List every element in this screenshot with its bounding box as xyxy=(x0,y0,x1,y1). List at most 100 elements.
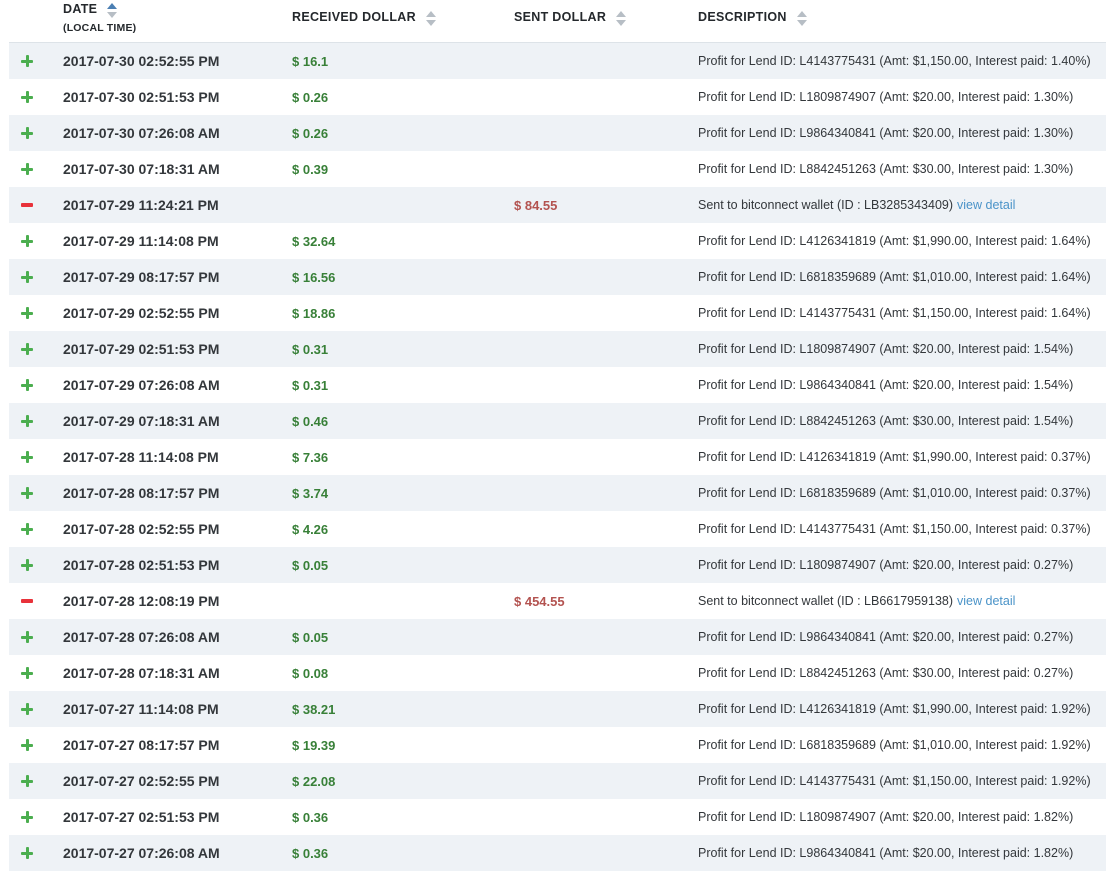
column-header-description[interactable]: DESCRIPTION xyxy=(698,0,1106,42)
description-column-label: DESCRIPTION xyxy=(698,10,787,24)
received-amount: $ 0.05 xyxy=(292,629,329,645)
plus-expand-icon[interactable] xyxy=(21,451,33,463)
transaction-date: 2017-07-28 02:51:53 PM xyxy=(63,557,220,573)
plus-expand-icon[interactable] xyxy=(21,703,33,715)
column-header-sent-dollar[interactable]: SENT DOLLAR xyxy=(514,0,698,42)
transaction-description: Profit for Lend ID: L4143775431 (Amt: $1… xyxy=(698,522,1091,536)
transaction-row: 2017-07-29 02:51:53 PM $ 0.31 Profit for… xyxy=(9,331,1106,367)
plus-expand-icon[interactable] xyxy=(21,559,33,571)
expand-cell xyxy=(9,199,63,211)
view-detail-link[interactable]: view detail xyxy=(957,198,1015,212)
transaction-description: Profit for Lend ID: L9864340841 (Amt: $2… xyxy=(698,126,1074,140)
view-detail-link[interactable]: view detail xyxy=(957,594,1015,608)
transaction-date: 2017-07-28 07:18:31 AM xyxy=(63,665,220,681)
transaction-description: Profit for Lend ID: L4126341819 (Amt: $1… xyxy=(698,450,1091,464)
column-header-date[interactable]: DATE (LOCAL TIME) xyxy=(63,0,292,42)
received-amount: $ 0.26 xyxy=(292,89,329,105)
plus-expand-icon[interactable] xyxy=(21,775,33,787)
plus-expand-icon[interactable] xyxy=(21,811,33,823)
transaction-description: Profit for Lend ID: L4143775431 (Amt: $1… xyxy=(698,54,1091,68)
transaction-description: Profit for Lend ID: L8842451263 (Amt: $3… xyxy=(698,666,1074,680)
transaction-date: 2017-07-28 11:14:08 PM xyxy=(63,449,219,465)
expand-cell xyxy=(9,271,63,283)
plus-expand-icon[interactable] xyxy=(21,379,33,391)
received-amount: $ 0.31 xyxy=(292,377,329,393)
plus-expand-icon[interactable] xyxy=(21,91,33,103)
transaction-row: 2017-07-28 12:08:19 PM $ 454.55 Sent to … xyxy=(9,583,1106,619)
transaction-description: Profit for Lend ID: L8842451263 (Amt: $3… xyxy=(698,162,1074,176)
transaction-description: Profit for Lend ID: L8842451263 (Amt: $3… xyxy=(698,414,1074,428)
plus-expand-icon[interactable] xyxy=(21,163,33,175)
transaction-row: 2017-07-30 07:26:08 AM $ 0.26 Profit for… xyxy=(9,115,1106,151)
received-column-label: RECEIVED DOLLAR xyxy=(292,10,416,24)
expand-cell xyxy=(9,703,63,715)
plus-expand-icon[interactable] xyxy=(21,667,33,679)
expand-cell xyxy=(9,451,63,463)
expand-cell xyxy=(9,55,63,67)
expand-cell xyxy=(9,739,63,751)
transaction-description: Profit for Lend ID: L1809874907 (Amt: $2… xyxy=(698,90,1074,104)
received-amount: $ 0.08 xyxy=(292,665,329,681)
received-amount: $ 3.74 xyxy=(292,485,329,501)
received-amount: $ 19.39 xyxy=(292,737,336,753)
minus-expand-icon[interactable] xyxy=(21,595,33,607)
plus-expand-icon[interactable] xyxy=(21,271,33,283)
minus-expand-icon[interactable] xyxy=(21,199,33,211)
plus-expand-icon[interactable] xyxy=(21,487,33,499)
sort-up-triangle-icon xyxy=(796,11,807,17)
sort-down-triangle-icon xyxy=(107,12,118,18)
transaction-description: Profit for Lend ID: L1809874907 (Amt: $2… xyxy=(698,342,1074,356)
transaction-row: 2017-07-28 08:17:57 PM $ 3.74 Profit for… xyxy=(9,475,1106,511)
transaction-date: 2017-07-27 08:17:57 PM xyxy=(63,737,220,753)
sort-icon-sent xyxy=(616,10,627,26)
expand-cell xyxy=(9,91,63,103)
plus-expand-icon[interactable] xyxy=(21,307,33,319)
received-amount: $ 0.36 xyxy=(292,809,329,825)
plus-expand-icon[interactable] xyxy=(21,523,33,535)
expand-cell xyxy=(9,523,63,535)
transaction-description: Profit for Lend ID: L6818359689 (Amt: $1… xyxy=(698,270,1091,284)
transaction-description: Profit for Lend ID: L4143775431 (Amt: $1… xyxy=(698,306,1091,320)
transaction-date: 2017-07-30 02:51:53 PM xyxy=(63,89,220,105)
column-header-received-dollar[interactable]: RECEIVED DOLLAR xyxy=(292,0,514,42)
transaction-row: 2017-07-28 07:18:31 AM $ 0.08 Profit for… xyxy=(9,655,1106,691)
sort-icon-description xyxy=(796,10,807,26)
plus-expand-icon[interactable] xyxy=(21,631,33,643)
plus-expand-icon[interactable] xyxy=(21,235,33,247)
transactions-table-body: 2017-07-30 02:52:55 PM $ 16.1 Profit for… xyxy=(9,43,1106,871)
plus-expand-icon[interactable] xyxy=(21,847,33,859)
plus-expand-icon[interactable] xyxy=(21,739,33,751)
expand-cell xyxy=(9,811,63,823)
transaction-row: 2017-07-29 11:24:21 PM $ 84.55 Sent to b… xyxy=(9,187,1106,223)
expand-cell xyxy=(9,127,63,139)
sort-up-triangle-icon xyxy=(616,11,627,17)
received-amount: $ 0.39 xyxy=(292,161,329,177)
expand-cell xyxy=(9,595,63,607)
received-amount: $ 7.36 xyxy=(292,449,329,465)
transaction-row: 2017-07-27 02:52:55 PM $ 22.08 Profit fo… xyxy=(9,763,1106,799)
transaction-description: Profit for Lend ID: L4126341819 (Amt: $1… xyxy=(698,702,1091,716)
transaction-date: 2017-07-29 08:17:57 PM xyxy=(63,269,220,285)
received-amount: $ 32.64 xyxy=(292,233,336,249)
transaction-row: 2017-07-28 11:14:08 PM $ 7.36 Profit for… xyxy=(9,439,1106,475)
received-amount: $ 16.56 xyxy=(292,269,336,285)
transaction-row: 2017-07-27 11:14:08 PM $ 38.21 Profit fo… xyxy=(9,691,1106,727)
expand-cell xyxy=(9,847,63,859)
transaction-date: 2017-07-29 07:26:08 AM xyxy=(63,377,220,393)
transaction-row: 2017-07-30 02:51:53 PM $ 0.26 Profit for… xyxy=(9,79,1106,115)
sort-down-triangle-icon xyxy=(616,20,627,26)
plus-expand-icon[interactable] xyxy=(21,127,33,139)
plus-expand-icon[interactable] xyxy=(21,415,33,427)
sort-up-triangle-icon xyxy=(425,11,436,17)
plus-expand-icon[interactable] xyxy=(21,343,33,355)
transaction-date: 2017-07-27 02:52:55 PM xyxy=(63,773,220,789)
plus-expand-icon[interactable] xyxy=(21,55,33,67)
transaction-date: 2017-07-29 02:52:55 PM xyxy=(63,305,220,321)
date-column-label: DATE xyxy=(63,2,98,16)
received-amount: $ 22.08 xyxy=(292,773,336,789)
transaction-date: 2017-07-30 02:52:55 PM xyxy=(63,53,220,69)
received-amount: $ 16.1 xyxy=(292,53,329,69)
transaction-row: 2017-07-29 02:52:55 PM $ 18.86 Profit fo… xyxy=(9,295,1106,331)
transaction-description: Profit for Lend ID: L4126341819 (Amt: $1… xyxy=(698,234,1091,248)
transaction-date: 2017-07-29 07:18:31 AM xyxy=(63,413,220,429)
